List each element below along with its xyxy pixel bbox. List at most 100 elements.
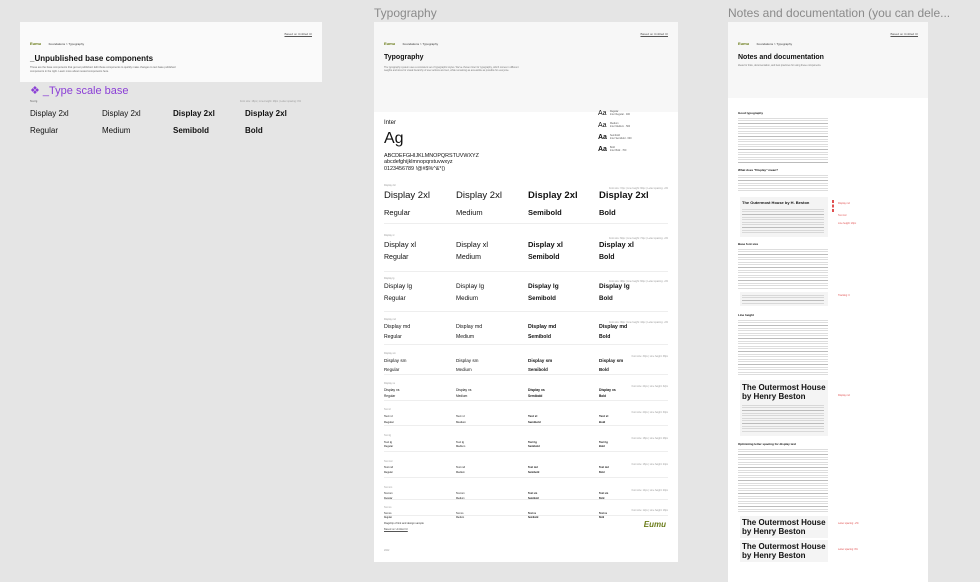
frame-label-notes[interactable]: Notes and documentation (you can dele... <box>728 6 954 20</box>
scale-row-label: Text xs <box>384 506 392 509</box>
weight-sample: Medium <box>456 208 483 218</box>
row-divider <box>384 400 668 401</box>
scale-row-meta: Font size: 14px | Line height: 20px <box>631 489 668 492</box>
scale-sample: Display xl <box>528 240 564 249</box>
example-card: The Outermost House by Henry Beston <box>740 540 828 562</box>
weight-sample: Semibold <box>528 394 543 399</box>
frame-label-typography[interactable]: Typography <box>374 6 437 20</box>
row-divider <box>384 271 668 272</box>
section-heading: What does "Display" mean? <box>738 168 779 172</box>
weight-sample: Bold <box>599 295 613 303</box>
scale-sample: Text xl <box>528 414 538 418</box>
weight-sample: Semibold <box>528 419 541 424</box>
scale-cell: Display 2xl <box>102 109 141 118</box>
weight-sample: Bold <box>599 208 616 218</box>
weight-label: Regular Inter Regular · 400 <box>610 110 630 116</box>
weight-label: Semibold Inter Semibold · 600 <box>610 134 632 140</box>
scale-cell: Display 2xl <box>173 109 215 118</box>
scale-sample: Text md <box>599 466 609 469</box>
scale-sample: Text lg <box>528 440 537 444</box>
paragraph <box>738 449 828 513</box>
scale-sample: Display lg <box>384 283 413 290</box>
based-on-link[interactable]: Based on Untitled UI <box>284 32 312 36</box>
scale-sample: Text lg <box>456 440 465 444</box>
page-description: These are the base components that get s… <box>30 66 176 73</box>
row-divider <box>384 515 668 516</box>
scale-sample: Display xs <box>528 388 545 392</box>
scale-cell: Display 2xl <box>245 109 287 118</box>
weight-aa: Aa <box>598 146 607 153</box>
weight-sample: Bold <box>599 516 605 519</box>
section-heading: Optimizing letter spacing for display te… <box>738 442 797 446</box>
scale-sample: Display md <box>528 324 557 330</box>
weight-sample: Medium <box>456 419 466 424</box>
scale-sample: Display md <box>599 324 628 330</box>
weight-sample: Medium <box>456 394 468 399</box>
header-bar: Eumu Foundations > Typography <box>738 32 792 50</box>
font-name: Inter <box>384 120 397 126</box>
card-title: The Outermost House by Henry Beston <box>742 542 826 560</box>
glyphs-digits: 0123456789 !@#$%^&*() <box>384 165 446 172</box>
type-scale-base-component[interactable]: ❖ _Type scale base <box>30 84 129 97</box>
section-heading: Good typography <box>738 111 763 115</box>
font-glyphs: ABCDEFGHIJKLMNOPQRSTUVWXYZ abcdefghijklm… <box>384 153 479 172</box>
weight-sample: Medium <box>456 366 472 372</box>
scale-row-label: Display xs <box>384 382 395 385</box>
footer-link[interactable]: Based on Untitled UI <box>384 528 408 531</box>
weight-sample: Semibold <box>528 366 548 372</box>
notes-frame[interactable]: Eumu Foundations > Typography Based on U… <box>728 22 928 582</box>
quote-card <box>740 292 828 306</box>
logo: Eumu <box>384 41 396 46</box>
scale-sample: Display sm <box>456 358 479 363</box>
footer-title: Flagship of link and design sample <box>384 522 424 525</box>
weight-cell: Medium <box>102 126 131 135</box>
weight-sample: Semibold <box>528 470 540 474</box>
page-title: _Unpublished base components <box>30 54 154 63</box>
scale-sample: Display sm <box>528 358 553 363</box>
weight-sample: Regular <box>384 445 394 449</box>
based-on-link[interactable]: Based on Untitled UI <box>640 32 668 36</box>
based-on-link[interactable]: Based on Untitled UI <box>890 32 918 36</box>
scale-row-label: Text lg <box>384 434 391 437</box>
header-bar: Eumu Foundations > Typography <box>30 32 84 50</box>
scale-row-label: Text md <box>384 460 393 463</box>
scale-sample: Display sm <box>384 358 407 363</box>
weight-sample: Semibold <box>528 445 540 449</box>
scale-sample: Display 2xl <box>384 190 430 201</box>
weight-sample: Bold <box>599 445 605 449</box>
scale-sample: Text sm <box>456 492 465 495</box>
weight-sample: Bold <box>599 419 606 424</box>
scale-sample: Text lg <box>384 440 393 444</box>
weight-sample: Regular <box>384 394 396 399</box>
footer-logo: Eumu <box>643 520 666 529</box>
scale-sample: Text xl <box>599 414 609 418</box>
font-specimen-ag: Ag <box>384 130 404 147</box>
scale-row-label: Display sm <box>384 352 396 355</box>
breadcrumb: Foundations > Typography <box>48 42 85 46</box>
weight-cell: Bold <box>245 126 263 135</box>
scale-sample: Display 2xl <box>599 190 649 201</box>
weight-cell: Semibold <box>173 126 210 135</box>
scale-row-meta: Font size: 18px | Line height: 28px <box>631 437 668 440</box>
card-body <box>742 209 824 233</box>
card-title: The Outermost House by H. Beston <box>742 200 810 205</box>
page-description: The typography system uses a consistent … <box>384 66 519 73</box>
typography-frame[interactable]: Eumu Foundations > Typography Based on U… <box>374 22 678 562</box>
logo: Eumu <box>738 41 750 46</box>
annotation: Tracking: 0 <box>838 294 850 297</box>
example-card: The Outermost House by Henry Beston <box>740 516 828 538</box>
weight-sample: Medium <box>456 470 465 474</box>
paragraph <box>738 249 828 289</box>
paragraph <box>738 320 828 376</box>
header-bar: Eumu Foundations > Typography <box>384 32 438 50</box>
weight-sample: Semibold <box>528 254 560 262</box>
scale-row-meta: Font size: 20px | Line height: 30px <box>631 411 668 414</box>
type-scale-meta: Font size: 18px | Line-height: 28px | Le… <box>240 100 301 103</box>
unpublished-components-frame[interactable]: Eumu Foundations > Typography Based on U… <box>20 22 322 82</box>
weight-sample: Regular <box>384 419 394 424</box>
example-card: The Outermost House by H. Beston <box>740 197 828 237</box>
section-heading: Line height <box>738 313 754 317</box>
scale-sample: Display xl <box>384 240 417 249</box>
scale-sample: Text xl <box>456 414 465 418</box>
annotation: Letter spacing: 0% <box>838 548 858 551</box>
